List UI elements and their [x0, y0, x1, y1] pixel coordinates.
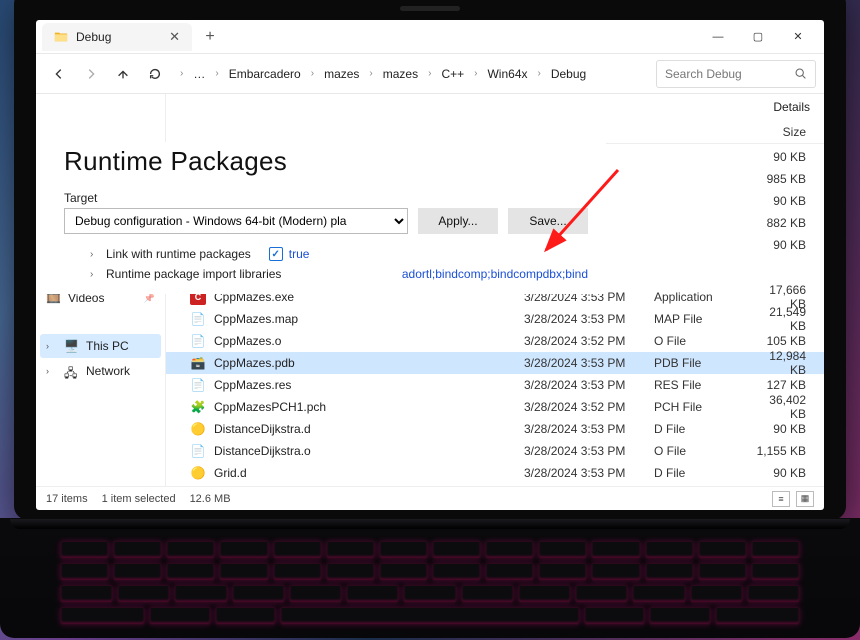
- refresh-icon: [148, 67, 162, 81]
- chevron-right-icon: ›: [369, 68, 372, 79]
- pc-icon: 🖥️: [64, 339, 78, 353]
- breadcrumb[interactable]: › … › Embarcadero › mazes › mazes › C++ …: [172, 59, 654, 89]
- back-button[interactable]: [44, 59, 74, 89]
- file-icon: 📄: [190, 311, 206, 327]
- file-row[interactable]: 📄 CppMazes.o 3/28/2024 3:52 PM O File 10…: [166, 330, 824, 352]
- runtime-packages-panel: Runtime Packages Target Debug configurat…: [46, 142, 606, 294]
- status-size: 12.6 MB: [190, 493, 231, 505]
- column-headers[interactable]: Size: [166, 120, 824, 144]
- chevron-right-icon: ›: [90, 269, 100, 280]
- navbar: › … › Embarcadero › mazes › mazes › C++ …: [36, 54, 824, 94]
- tree-link-runtime[interactable]: › Link with runtime packages ✓ true: [64, 244, 588, 264]
- breadcrumb-seg[interactable]: Debug: [545, 65, 592, 83]
- d-icon: 🟡: [190, 465, 206, 481]
- save-button[interactable]: Save...: [508, 208, 588, 234]
- new-tab-button[interactable]: +: [196, 23, 224, 51]
- breadcrumb-seg[interactable]: …: [187, 65, 211, 83]
- apply-button[interactable]: Apply...: [418, 208, 498, 234]
- tab-title: Debug: [76, 30, 111, 44]
- link-value: true: [289, 247, 310, 261]
- file-row[interactable]: 📄 DistanceDijkstra.o 3/28/2024 3:53 PM O…: [166, 440, 824, 462]
- content-area: 📄 Documents 🖼️ Pictures 🎵 Music 🎞️ Video…: [36, 94, 824, 486]
- breadcrumb-seg[interactable]: Win64x: [481, 65, 533, 83]
- file-icon: 📄: [190, 377, 206, 393]
- file-row[interactable]: 🟡 Grid.d 3/28/2024 3:53 PM D File 90 KB: [166, 462, 824, 484]
- sidebar-item-network[interactable]: › 🖧 Network: [40, 359, 161, 383]
- target-select[interactable]: Debug configuration - Windows 64-bit (Mo…: [64, 208, 408, 234]
- file-row[interactable]: 🟡 DistanceDijkstra.d 3/28/2024 3:53 PM D…: [166, 418, 824, 440]
- search-input[interactable]: Search Debug: [656, 60, 816, 88]
- tree-import-libraries[interactable]: › Runtime package import libraries adort…: [64, 264, 588, 284]
- close-window-button[interactable]: ✕: [778, 20, 818, 54]
- network-icon: 🖧: [64, 364, 78, 378]
- chevron-right-icon: ›: [538, 68, 541, 79]
- breadcrumb-seg[interactable]: mazes: [318, 65, 365, 83]
- file-row[interactable]: 🗃️ CppMazes.pdb 3/28/2024 3:53 PM PDB Fi…: [166, 352, 824, 374]
- file-row[interactable]: 📄 CppMazes.res 3/28/2024 3:53 PM RES Fil…: [166, 374, 824, 396]
- arrow-right-icon: [84, 67, 98, 81]
- import-value: adortl;bindcomp;bindcompdbx;bind: [402, 267, 588, 281]
- view-list-button[interactable]: ≡: [772, 491, 790, 507]
- panel-title: Runtime Packages: [64, 146, 588, 177]
- forward-button[interactable]: [76, 59, 106, 89]
- active-tab[interactable]: Debug ✕: [42, 23, 192, 51]
- column-size[interactable]: Size: [754, 125, 824, 139]
- chevron-right-icon: ›: [46, 341, 56, 351]
- arrow-left-icon: [52, 67, 66, 81]
- chevron-right-icon: ›: [474, 68, 477, 79]
- minimize-button[interactable]: —: [698, 20, 738, 54]
- status-items: 17 items: [46, 493, 88, 505]
- file-row[interactable]: 📄 CppMazes.map 3/28/2024 3:53 PM MAP Fil…: [166, 308, 824, 330]
- search-placeholder: Search Debug: [665, 67, 786, 81]
- up-button[interactable]: [108, 59, 138, 89]
- close-tab-icon[interactable]: ✕: [169, 29, 180, 45]
- refresh-button[interactable]: [140, 59, 170, 89]
- file-icon: 📄: [190, 443, 206, 459]
- titlebar: Debug ✕ + — ▢ ✕: [36, 20, 824, 54]
- chevron-right-icon: ›: [46, 366, 56, 376]
- status-bar: 17 items 1 item selected 12.6 MB ≡ ▦: [36, 486, 824, 510]
- d-icon: 🟡: [190, 421, 206, 437]
- main-pane: Details Size Runtime Packages Target Deb…: [166, 94, 824, 486]
- chevron-right-icon: ›: [215, 68, 218, 79]
- target-label: Target: [64, 191, 588, 205]
- chevron-right-icon: ›: [90, 249, 100, 260]
- pdb-icon: 🗃️: [190, 355, 206, 371]
- details-button[interactable]: Details: [773, 100, 810, 114]
- view-grid-button[interactable]: ▦: [796, 491, 814, 507]
- chevron-right-icon: ›: [311, 68, 314, 79]
- status-selected: 1 item selected: [102, 493, 176, 505]
- pch-icon: 🧩: [190, 399, 206, 415]
- breadcrumb-seg[interactable]: C++: [435, 65, 470, 83]
- window-controls: — ▢ ✕: [698, 20, 818, 54]
- breadcrumb-seg[interactable]: mazes: [377, 65, 424, 83]
- laptop-keyboard: [0, 518, 860, 638]
- sidebar-item-this-pc[interactable]: › 🖥️ This PC: [40, 334, 161, 358]
- explorer-window: Debug ✕ + — ▢ ✕ › … › Embarcadero › maze…: [36, 20, 824, 510]
- size-column-overlay: 90 KB 985 KB 90 KB 882 KB 90 KB: [734, 146, 824, 256]
- arrow-up-icon: [116, 67, 130, 81]
- breadcrumb-seg[interactable]: Embarcadero: [223, 65, 307, 83]
- file-icon: 📄: [190, 333, 206, 349]
- checkbox-checked-icon[interactable]: ✓: [269, 247, 283, 261]
- chevron-right-icon: ›: [180, 68, 183, 79]
- folder-icon: [54, 30, 68, 44]
- chevron-right-icon: ›: [428, 68, 431, 79]
- search-icon: [794, 67, 807, 80]
- file-row[interactable]: 🧩 CppMazesPCH1.pch 3/28/2024 3:52 PM PCH…: [166, 396, 824, 418]
- maximize-button[interactable]: ▢: [738, 20, 778, 54]
